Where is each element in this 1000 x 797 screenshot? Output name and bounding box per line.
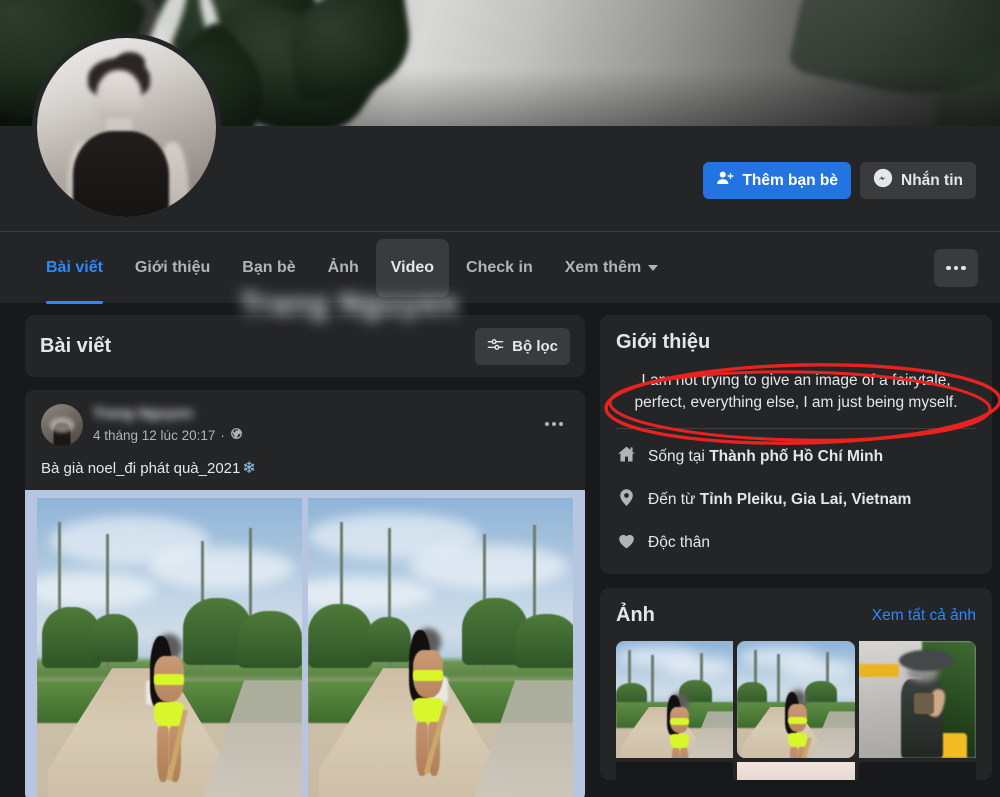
- profile-name: Trang Nguyen: [240, 286, 459, 322]
- photo-thumbnail-3[interactable]: [859, 641, 976, 758]
- right-column: Giới thiệu I am not trying to give an im…: [600, 315, 992, 780]
- tab-label: Ảnh: [328, 259, 359, 277]
- tab-bai-viet[interactable]: Bài viết: [31, 239, 118, 297]
- post-photo-gallery: [25, 490, 585, 797]
- posts-title: Bài viết: [40, 335, 111, 358]
- intro-row-lives-in: Sống tại Thành phố Hồ Chí Minh: [616, 444, 976, 470]
- tab-label: Check in: [466, 259, 533, 277]
- photos-title: Ảnh: [616, 604, 655, 627]
- tab-label: Bài viết: [46, 259, 103, 277]
- from-value[interactable]: Tỉnh Pleiku, Gia Lai, Vietnam: [700, 491, 912, 508]
- facebook-profile-page: Trang Nguyen Thêm bạn bè: [0, 0, 1000, 797]
- add-friend-button[interactable]: Thêm bạn bè: [703, 162, 851, 199]
- ellipsis-icon: [559, 422, 563, 426]
- intro-bio: I am not trying to give an image of a fa…: [616, 370, 976, 414]
- photo-thumbnail-2[interactable]: [737, 641, 854, 758]
- message-label: Nhắn tin: [901, 172, 963, 190]
- profile-nav: Bài viết Giới thiệu Bạn bè Ảnh Video Che…: [0, 231, 1000, 303]
- sliders-icon: [487, 336, 504, 357]
- tab-label: Bạn bè: [242, 259, 295, 277]
- photos-card: Ảnh Xem tất cả ảnh: [600, 588, 992, 780]
- lives-in-label: Sống tại Thành phố Hồ Chí Minh: [648, 448, 883, 466]
- lives-in-prefix: Sống tại: [648, 448, 709, 465]
- tab-gioi-thieu[interactable]: Giới thiệu: [120, 239, 225, 297]
- post-separator: ·: [220, 428, 225, 443]
- intro-divider: [616, 428, 976, 429]
- posts-header-card: Bài viết Bộ lọc: [25, 315, 585, 377]
- ellipsis-icon: [545, 422, 549, 426]
- ellipsis-icon: [946, 266, 951, 271]
- post-meta: Trang Nguyen 4 tháng 12 lúc 20:17 ·: [93, 404, 243, 443]
- lives-in-value[interactable]: Thành phố Hồ Chí Minh: [709, 448, 883, 465]
- post-photo-1[interactable]: [37, 498, 302, 797]
- from-prefix: Đến từ: [648, 491, 700, 508]
- photo-thumbnail-6[interactable]: [859, 762, 976, 780]
- location-icon: [616, 487, 637, 513]
- photo-thumbnail-1[interactable]: [616, 641, 733, 758]
- filter-label: Bộ lọc: [512, 338, 558, 355]
- post-card: Trang Nguyen 4 tháng 12 lúc 20:17 ·: [25, 390, 585, 797]
- tab-label: Giới thiệu: [135, 259, 210, 277]
- profile-header: Trang Nguyen Thêm bạn bè: [0, 126, 1000, 231]
- ellipsis-icon: [552, 422, 556, 426]
- ellipsis-icon: [961, 266, 966, 271]
- relationship-label: Độc thân: [648, 534, 710, 552]
- photo-thumbnail-5[interactable]: [737, 762, 854, 780]
- intro-title: Giới thiệu: [616, 331, 976, 354]
- intro-rows: Sống tại Thành phố Hồ Chí Minh Đến từ Tỉ…: [616, 444, 976, 556]
- photo-grid: [616, 641, 976, 758]
- heart-icon: [616, 530, 637, 556]
- post-text-wrapper: Bà già noel_đi phát quà_2021 ❄: [25, 446, 585, 490]
- relationship-value: Độc thân: [648, 534, 710, 551]
- see-all-photos-link[interactable]: Xem tất cả ảnh: [872, 607, 976, 625]
- globe-icon: [230, 427, 243, 443]
- filter-button[interactable]: Bộ lọc: [475, 328, 570, 365]
- messenger-icon: [873, 168, 893, 193]
- add-friend-label: Thêm bạn bè: [742, 172, 838, 190]
- left-column: Bài viết Bộ lọc: [25, 315, 585, 797]
- message-button[interactable]: Nhắn tin: [860, 162, 976, 199]
- intro-row-from: Đến từ Tỉnh Pleiku, Gia Lai, Vietnam: [616, 487, 976, 513]
- profile-content: Bài viết Bộ lọc: [0, 303, 1000, 797]
- profile-more-button[interactable]: [934, 249, 978, 287]
- post-author-avatar[interactable]: [41, 404, 83, 446]
- chevron-down-icon: [648, 265, 658, 271]
- tab-label: Video: [391, 259, 434, 277]
- person-plus-icon: [716, 169, 734, 192]
- tab-xem-them[interactable]: Xem thêm: [550, 239, 673, 297]
- header-actions: Thêm bạn bè Nhắn tin: [703, 162, 976, 199]
- tab-label: Xem thêm: [565, 259, 641, 277]
- snowflake-icon: ❄: [242, 458, 255, 478]
- avatar[interactable]: [32, 33, 221, 222]
- post-text: Bà già noel_đi phát quà_2021: [41, 460, 240, 477]
- ellipsis-icon: [954, 266, 959, 271]
- photos-header: Ảnh Xem tất cả ảnh: [616, 604, 976, 627]
- tab-check-in[interactable]: Check in: [451, 239, 548, 297]
- post-timestamp[interactable]: 4 tháng 12 lúc 20:17: [93, 428, 215, 443]
- post-photo-2[interactable]: [308, 498, 573, 797]
- from-label: Đến từ Tỉnh Pleiku, Gia Lai, Vietnam: [648, 491, 911, 509]
- post-more-button[interactable]: [537, 409, 571, 439]
- post-header: Trang Nguyen 4 tháng 12 lúc 20:17 ·: [25, 404, 585, 446]
- intro-row-relationship: Độc thân: [616, 530, 976, 556]
- avatar-image: [37, 38, 216, 217]
- intro-card: Giới thiệu I am not trying to give an im…: [600, 315, 992, 574]
- home-icon: [616, 444, 637, 470]
- post-submeta: 4 tháng 12 lúc 20:17 ·: [93, 427, 243, 443]
- post-author-name[interactable]: Trang Nguyen: [93, 405, 243, 422]
- photo-thumbnail-4[interactable]: [616, 762, 733, 780]
- photo-grid-row2: [616, 762, 976, 780]
